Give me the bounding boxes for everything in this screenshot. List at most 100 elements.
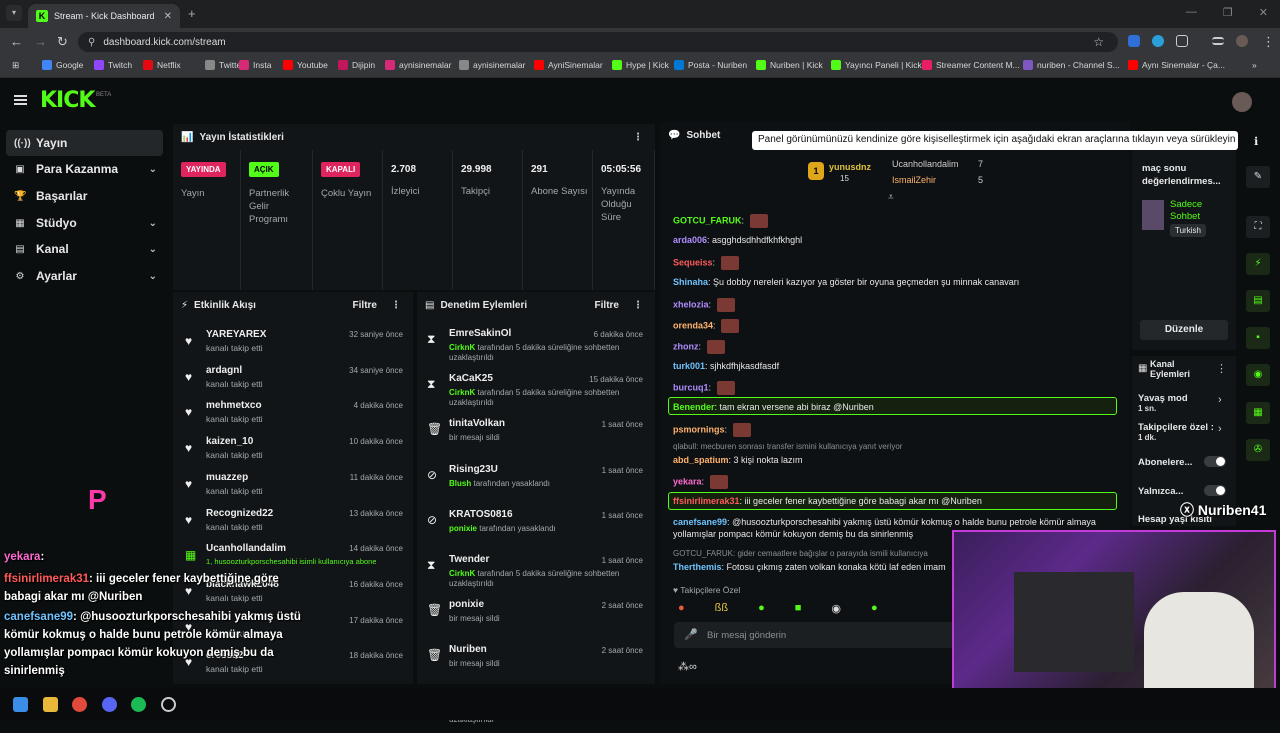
event-username[interactable]: Ucanhollandalim (206, 543, 286, 554)
bookmark-item[interactable]: Posta - Nuriben (674, 60, 747, 70)
obs-icon[interactable] (161, 697, 176, 712)
bookmark-item[interactable]: aynisinemalar (459, 60, 525, 70)
bookmark-item[interactable]: Youtube (283, 60, 328, 70)
moderation-filter-button[interactable]: Filtre (595, 300, 619, 311)
info-icon[interactable]: ℹ (1254, 135, 1258, 148)
bookmark-item[interactable]: Insta (239, 60, 271, 70)
bookmark-item[interactable]: Hype | Kick (612, 60, 669, 70)
moderated-username[interactable]: tinitaVolkan (449, 418, 505, 429)
chat-username[interactable]: xhelozia (673, 299, 709, 309)
reload-icon[interactable]: ↻ (57, 34, 68, 50)
chat-username[interactable]: abd_spatium (673, 455, 729, 465)
chevron-down-icon[interactable]: ⌄ (149, 218, 157, 229)
bookmark-item[interactable]: Aynı Sinemalar - Ça... (1128, 60, 1225, 70)
chat-username[interactable]: Sequeiss (673, 257, 713, 267)
profile-avatar-icon[interactable] (1236, 35, 1248, 47)
bookmark-item[interactable]: Nuriben | Kick (756, 60, 823, 70)
event-username[interactable]: kaizen_10 (206, 436, 253, 447)
tab-search-icon[interactable]: ▾ (6, 5, 22, 21)
reading-list-icon[interactable] (1212, 37, 1224, 45)
stream-category[interactable]: Sadece Sohbet (1170, 199, 1230, 223)
url-omnibox[interactable]: ⚲ dashboard.kick.com/stream ☆ (78, 32, 1118, 52)
maximize-icon[interactable]: ❐ (1223, 6, 1233, 19)
microphone-icon[interactable]: 🎤 (684, 628, 698, 641)
bookmark-item[interactable]: Dijipin (338, 60, 375, 70)
quick-action-bolt-icon[interactable]: ⚡ (1246, 253, 1270, 275)
event-username[interactable]: Recognized22 (206, 508, 273, 519)
moderator-name[interactable]: Blush (449, 479, 471, 488)
apps-grid-icon[interactable]: ⊞ (12, 60, 19, 71)
chat-username[interactable]: canefsane99 (673, 517, 727, 527)
subs-only-toggle[interactable] (1204, 456, 1226, 467)
sidebar-item-1[interactable]: ▣ Para Kazanma ⌄ (6, 156, 163, 182)
emote-5-icon[interactable]: ◉ (831, 602, 841, 616)
gifter-2-name[interactable]: Ucanhollandalim (892, 159, 959, 169)
discord-icon[interactable] (102, 697, 117, 712)
followers-only-label[interactable]: Takipçilere özel : (1138, 422, 1214, 433)
extension-shield-icon[interactable] (1128, 35, 1140, 47)
activity-menu-icon[interactable]: ⋮ (391, 300, 401, 311)
activity-filter-button[interactable]: Filtre (353, 300, 377, 311)
wrench-icon[interactable]: ✇ (1246, 439, 1270, 461)
moderator-name[interactable]: ponixie (449, 524, 477, 533)
chat-username[interactable]: arda006 (673, 235, 707, 245)
moderated-username[interactable]: ponixie (449, 599, 484, 610)
user-avatar[interactable] (1232, 92, 1252, 112)
chat-username[interactable]: zhonz (673, 341, 699, 351)
chevron-down-icon[interactable]: ⌄ (149, 271, 157, 282)
top-gifter-name[interactable]: yunusdnz (829, 162, 871, 172)
gifter-3-name[interactable]: IsmailZehir (892, 175, 936, 185)
chrome-icon[interactable] (72, 697, 87, 712)
chat-username[interactable]: ffsinirlimerak31 (673, 496, 740, 506)
extensions-puzzle-icon[interactable] (1176, 35, 1188, 47)
chat-username[interactable]: orenda34 (673, 320, 713, 330)
chat-username[interactable]: Therthemis (673, 562, 722, 572)
clipboard-icon[interactable]: ▤ (1246, 290, 1270, 312)
bookmark-item[interactable]: aynisinemalar (385, 60, 451, 70)
spotify-icon[interactable] (131, 697, 146, 712)
bookmark-star-icon[interactable]: ☆ (1093, 35, 1104, 49)
hamburger-menu-icon[interactable] (14, 95, 27, 105)
browser-tab[interactable]: K Stream - Kick Dashboard ✕ (28, 4, 180, 28)
bookmark-item[interactable]: Netflix (143, 60, 181, 70)
kick-logo[interactable]: KICK (40, 88, 95, 113)
start-icon[interactable] (13, 697, 28, 712)
file-explorer-icon[interactable] (43, 697, 58, 712)
moderator-name[interactable]: CirknK (449, 343, 475, 352)
channel-actions-menu-icon[interactable]: ⋮ (1216, 362, 1227, 375)
extension-globe-icon[interactable] (1152, 35, 1164, 47)
chat-username[interactable]: Benender (673, 402, 715, 412)
new-tab-icon[interactable]: + (188, 6, 196, 21)
close-tab-icon[interactable]: ✕ (164, 11, 172, 22)
chevron-down-icon[interactable]: ⌄ (149, 244, 157, 255)
emote-1-icon[interactable]: ● (678, 602, 685, 616)
sidebar-item-2[interactable]: 🏆 Başarılar (6, 183, 163, 209)
expand-icon[interactable]: ⛶ (1246, 216, 1270, 238)
only-toggle[interactable] (1204, 485, 1226, 496)
event-username[interactable]: ardagnl (206, 365, 242, 376)
chat-settings-icon[interactable]: ⁂∞ (678, 660, 697, 673)
sidebar-item-4[interactable]: ▤ Kanal ⌄ (6, 236, 163, 262)
chat-username[interactable]: psmornings (673, 424, 725, 434)
pencil-icon[interactable]: ✎ (1246, 166, 1270, 188)
slow-mode-label[interactable]: Yavaş mod (1138, 393, 1188, 404)
moderator-name[interactable]: CirknK (449, 388, 475, 397)
site-info-icon[interactable]: ⚲ (88, 37, 95, 48)
moderator-name[interactable]: CirknK (449, 569, 475, 578)
bookmark-item[interactable]: Yayıncı Paneli | Kick (831, 60, 922, 70)
bookmark-item[interactable]: nuriben - Channel S... (1023, 60, 1120, 70)
emote-2-icon[interactable]: ßß (715, 602, 728, 616)
event-username[interactable]: YAREYAREX (206, 329, 266, 340)
chat-bubble-rail-icon[interactable]: ▪ (1246, 327, 1270, 349)
sidebar-item-5[interactable]: ⚙ Ayarlar ⌄ (6, 263, 163, 289)
bookmark-item[interactable]: Google (42, 60, 83, 70)
chat-username[interactable]: Shinaha (673, 277, 708, 287)
chat-username[interactable]: yekara (673, 476, 702, 486)
bookmark-item[interactable]: Streamer Content M... (922, 60, 1020, 70)
chevron-down-icon[interactable]: ⌄ (149, 164, 157, 175)
close-window-icon[interactable]: ✕ (1259, 6, 1268, 19)
forward-icon[interactable]: → (34, 34, 47, 49)
emote-4-icon[interactable]: ■ (795, 602, 802, 616)
moderated-username[interactable]: KRATOS0816 (449, 509, 513, 520)
layout-rail-icon[interactable]: ▦ (1246, 402, 1270, 424)
